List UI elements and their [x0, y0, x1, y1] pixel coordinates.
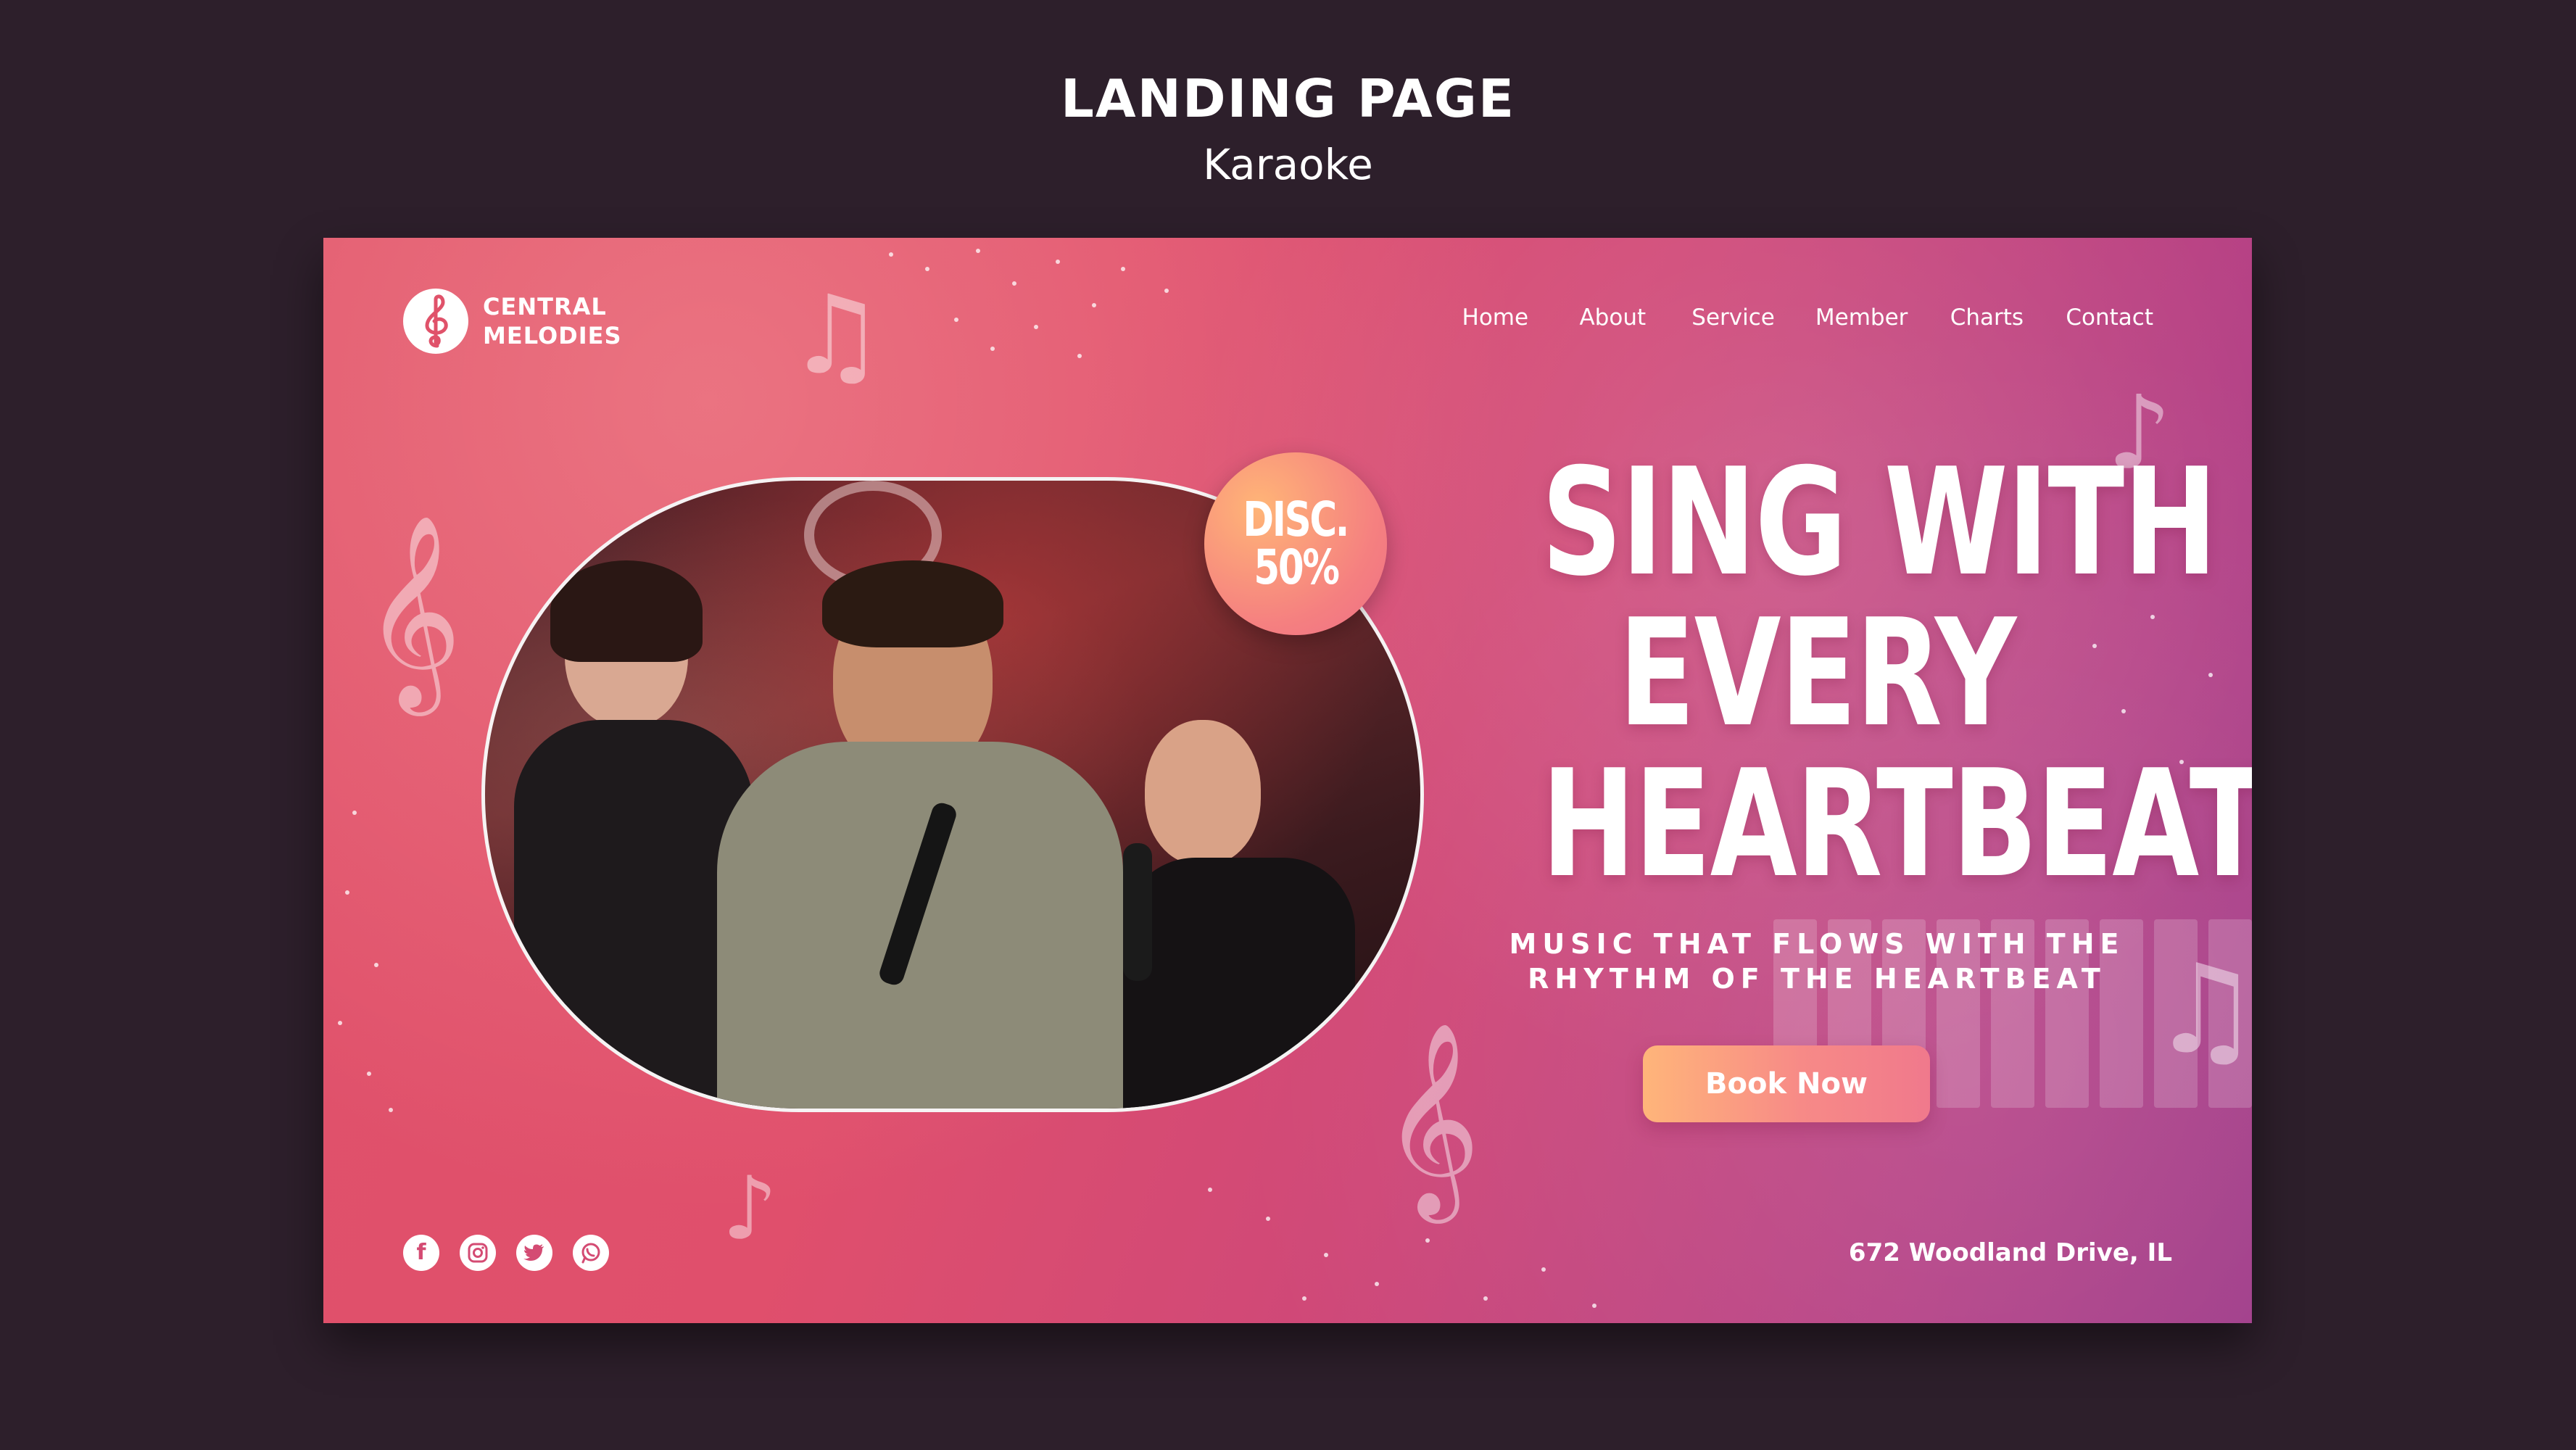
hero-headline-line3: HEARTBEAT: [1541, 739, 2252, 911]
page-subtitle: Karaoke: [1203, 140, 1373, 189]
music-note-icon: ♪: [722, 1159, 778, 1259]
nav-item-charts[interactable]: Charts: [1928, 304, 2045, 331]
singer-woman-right: [1109, 705, 1370, 1109]
book-now-button[interactable]: Book Now: [1643, 1045, 1930, 1122]
microphone: [1123, 843, 1152, 981]
twitter-icon[interactable]: [516, 1235, 552, 1271]
nav-item-member[interactable]: Member: [1795, 304, 1929, 331]
treble-clef-icon: [403, 289, 468, 354]
hero-headline-line1: SING WITH: [1541, 437, 2217, 609]
page-title: LANDING PAGE: [1061, 68, 1515, 129]
discount-badge-label: DISC.: [1243, 492, 1350, 547]
brand-logo[interactable]: CENTRAL MELODIES: [403, 289, 622, 354]
hero-tagline-line1: MUSIC THAT FLOWS WITH THE: [1509, 928, 2125, 960]
instagram-icon[interactable]: [460, 1235, 496, 1271]
music-note-icon: ♫: [787, 273, 885, 399]
brand-name-line2: MELODIES: [483, 322, 622, 349]
discount-badge: DISC. 50%: [1204, 452, 1387, 635]
page-header: LANDING PAGE Karaoke: [0, 72, 2576, 186]
hero-headline: SING WITH EVERY HEARTBEAT: [1454, 437, 2252, 911]
treble-clef-icon: 𝄞: [363, 514, 462, 708]
nav-item-home[interactable]: Home: [1436, 304, 1554, 331]
hero-tagline: MUSIC THAT FLOWS WITH THE RHYTHM OF THE …: [1454, 927, 2179, 996]
discount-badge-value: 50%: [1253, 539, 1340, 595]
nav-item-service[interactable]: Service: [1671, 304, 1795, 331]
address-text: 672 Woodland Drive, IL: [1848, 1238, 2172, 1267]
hero-tagline-line2: RHYTHM OF THE HEARTBEAT: [1528, 963, 2106, 995]
hero-headline-line2: EVERY: [1618, 588, 2016, 760]
whatsapp-icon[interactable]: [573, 1235, 609, 1271]
brand-name-line1: CENTRAL: [483, 293, 607, 320]
singer-man-center: [688, 560, 1138, 1109]
nav-item-contact[interactable]: Contact: [2045, 304, 2174, 331]
nav-item-about[interactable]: About: [1554, 304, 1671, 331]
facebook-icon[interactable]: f: [403, 1235, 439, 1271]
social-links: f: [403, 1235, 609, 1271]
landing-page-mockup: ♫ 𝄞 𝄞 ♪ ♪ ♫ CENTRAL MELODIES Home About …: [323, 238, 2252, 1323]
main-nav: Home About Service Member Charts Contact: [1436, 304, 2174, 331]
brand-name: CENTRAL MELODIES: [483, 292, 622, 350]
